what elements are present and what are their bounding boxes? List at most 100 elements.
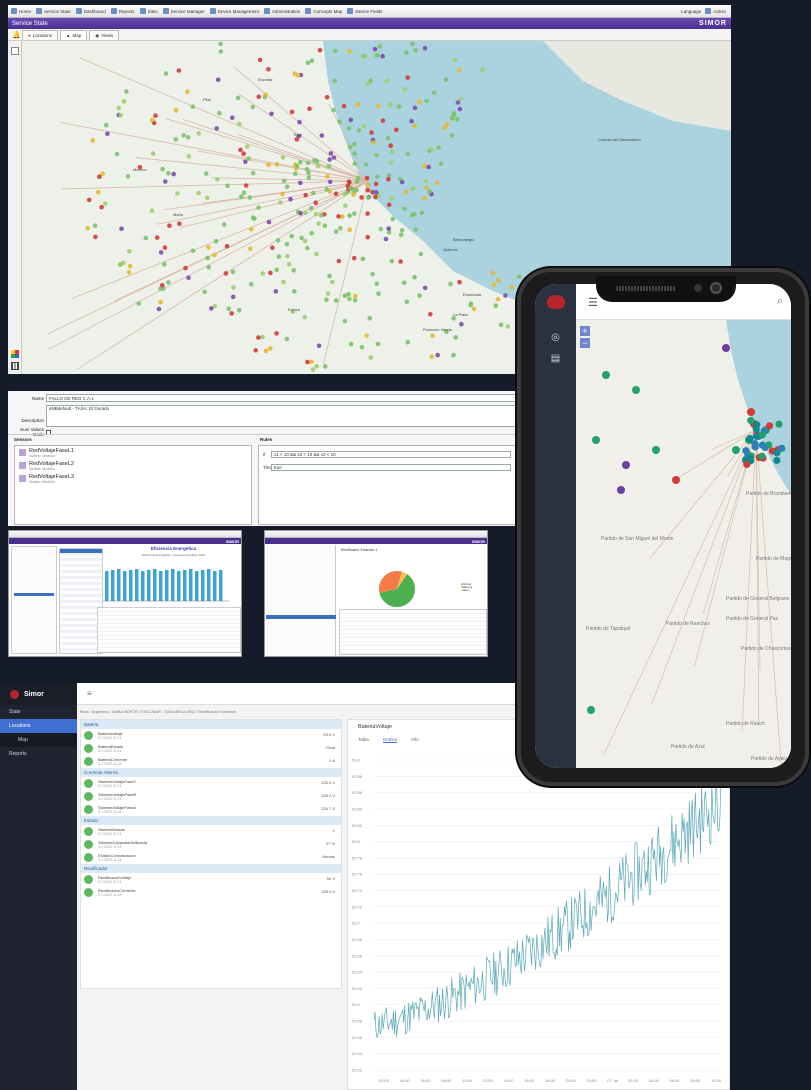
x-tick-label: 08:00 [441,1078,452,1083]
site-marker [516,274,522,279]
site-marker [378,226,384,232]
site-marker [423,179,429,184]
list-item[interactable]: RedVoltajeFaseL2 Modelo: Medidor [19,461,247,471]
layers-icon[interactable] [11,350,19,358]
tab-table[interactable]: Tabla [358,737,369,743]
menu-item-home[interactable]: Home [11,8,31,14]
tab-map[interactable]: ▲ Map [59,30,88,40]
site-marker [263,92,268,98]
timestamp: 3-7-2020 11:14 [98,736,122,740]
tab-chart[interactable]: Grafico [382,737,398,743]
site-marker [215,77,221,83]
list-item[interactable]: BateriaCorriente 3-7-2020 11:14 0 A [81,755,341,768]
site-marker [274,162,280,167]
site-marker [365,234,371,240]
brand-logo: SIMOR [471,538,485,544]
list-item[interactable]: SistemaVoltajeFaseB 3-7-2020 11:14 226.2 V [81,790,341,803]
hamburger-icon[interactable]: ≡ [87,689,92,698]
list-item[interactable]: RedVoltajeFaseL3 Modelo: Medidor [19,474,247,484]
site-marker [326,163,332,169]
site-marker [241,190,247,196]
sidebar-item-map[interactable]: Map [0,733,77,747]
site-marker [427,189,432,194]
list-item[interactable]: BateriaVoltaje 3-7-2020 11:14 53.0 V [81,729,341,742]
bar [177,571,181,601]
zoom-icon[interactable] [11,47,19,55]
brand-logo: SIMOR [225,538,239,544]
sidebar-item-reports[interactable]: Reports [0,747,77,761]
list-icon[interactable]: ▤ [535,353,576,364]
site-marker [354,179,360,184]
site-marker [352,211,357,216]
timestamp: 3-7-2020 11:14 [98,810,122,814]
site-marker [176,68,182,73]
eye-icon: ◉ [95,32,100,38]
site-marker [338,226,343,231]
phone-logo[interactable] [535,284,576,320]
user-menu[interactable]: Admin [705,8,726,14]
menu-toggle-icon[interactable]: ☰ [588,296,598,309]
group-header: Corriente Alterna [81,768,341,777]
phone-map[interactable]: Partido de Brandsen Partido de General Be… [576,320,791,768]
name-field[interactable]: FALLO DE RED C.A.1 [46,394,516,402]
window-title-bar: Service State SIMOR [8,18,731,29]
tab-views[interactable]: ◉ Views [89,30,120,40]
dashboard-icon[interactable]: ◎ [535,332,576,343]
menu-item-dashboard[interactable]: Dashboard [75,8,106,14]
site-marker [413,48,418,53]
list-item[interactable]: RectificadorVoltaje 3-7-2020 11:14 54 V [81,873,341,886]
rule-if-field[interactable]: x1 < 10 && x2 < 10 && x3 < 10 [271,451,511,458]
breadcrumb[interactable]: Root / Argentina / AMBA NORTE / ESCOBAR … [80,709,236,714]
site-marker [403,189,409,195]
menu-item-administration[interactable]: Administration [263,8,300,14]
menu-item-reports[interactable]: Reports [110,8,135,14]
site-marker [459,321,464,327]
menu-item-device-fields[interactable]: Device Fields [347,8,382,14]
voltage-line-chart[interactable]: 53.9 53.88 53.86 53.84 53.82 53.8 53.78 53.76 53… [348,748,730,1090]
zoom-out-button[interactable]: − [580,338,590,348]
sidebar-item-locations[interactable]: Locations [0,719,77,733]
menu-item-concepts-map[interactable]: Concepts Map [305,8,342,14]
site-marker [214,126,219,131]
menu-item-service-state[interactable]: Service State [36,8,71,14]
site-marker [309,58,315,64]
site-marker [364,175,370,181]
search-icon[interactable]: ⌕ [777,295,783,308]
list-item[interactable]: SistemaVoltajeFaseA 3-7-2020 11:14 226.7 V [81,803,341,816]
grid-icon[interactable] [11,362,19,370]
tab-locations[interactable]: ● Locations [22,30,58,40]
site-marker [327,273,332,279]
place-label: Ensenada [463,292,482,297]
list-item[interactable]: SistemaEstado 3-7-2020 11:14 1 [81,825,341,838]
list-item[interactable]: EstadoComunicacion 3-7-2020 11:14 Normal [81,851,341,864]
bell-icon[interactable]: 🔔 [12,31,21,39]
sidebar-item-state[interactable]: State [0,705,77,719]
list-item[interactable]: RectificadorCorriente 3-7-2020 11:14 265.9… [81,886,341,899]
site-marker [410,41,415,47]
selected-tree-item[interactable] [266,615,336,619]
list-item[interactable]: SistemaCapacidadUtilizada 3-7-2020 11:14 2… [81,838,341,851]
description-field[interactable]: eNBdefault - TASA: El Dorado [46,405,516,427]
manager-icon [162,8,169,14]
site-marker [241,151,246,156]
site-marker [230,269,236,275]
tab-info[interactable]: Info [411,737,419,743]
tree-panel [11,546,57,654]
site-marker [314,364,319,369]
phone-map-canvas[interactable]: Partido de Brandsen Partido de General Be… [576,320,791,768]
list-item[interactable]: RedVoltajeFaseL1 Modelo: Medidor [19,448,247,458]
selected-tree-item[interactable] [14,593,54,596]
site-marker [149,117,155,123]
menu-item-service-manager[interactable]: Service Manager [162,8,205,14]
menu-item-device-management[interactable]: Device Management [209,8,259,14]
rule-then-field[interactable]: true [271,464,511,471]
zoom-in-button[interactable]: + [580,326,590,336]
app-logo[interactable]: Simor [0,683,77,705]
language-menu[interactable]: Language [681,9,701,14]
menu-item-sites[interactable]: Sites [139,8,158,14]
list-item[interactable]: SistemaVoltajeFaseC 3-7-2020 11:14 226.3 V [81,777,341,790]
list-item[interactable]: BateriaEstado 3-7-2020 11:14 Float [81,742,341,755]
site-marker [167,223,172,228]
site-marker [761,443,769,452]
sensor-value: 1 [332,828,335,833]
